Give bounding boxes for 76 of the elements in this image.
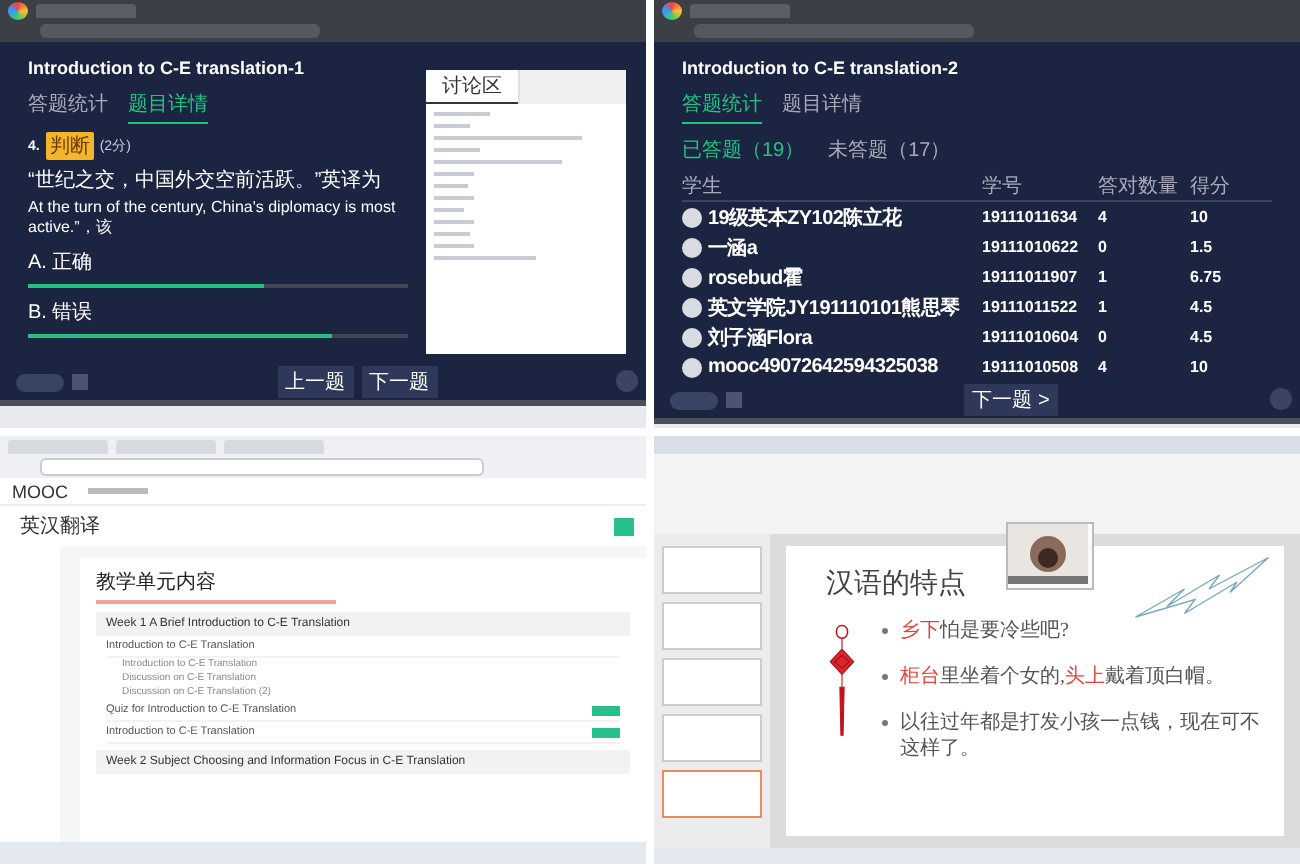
- menu-icon[interactable]: [726, 392, 742, 408]
- filter-tab[interactable]: 已答题（19）: [682, 136, 805, 164]
- publish-button[interactable]: [592, 727, 620, 737]
- next-button[interactable]: 下一题 >: [964, 384, 1058, 416]
- table-cell-text: 10: [1190, 208, 1210, 226]
- table-cell-text: 4.5: [1190, 298, 1215, 316]
- table-cell: mooc49072642594325038: [708, 356, 938, 378]
- menu-icon[interactable]: [72, 374, 88, 390]
- bullet-text: 以往过年都是打发小孩一点钱，现在可不这样了。: [900, 710, 1260, 762]
- table-cell-text: 19级英本ZY102陈立花: [708, 204, 902, 231]
- bullet-icon: [882, 720, 888, 726]
- question-type-badge: 判断: [45, 132, 94, 160]
- table-cell-text: 4: [1098, 208, 1109, 226]
- table-cell-text: 19111011634: [982, 208, 1080, 226]
- table-cell-text: 19111010604: [982, 328, 1081, 346]
- table-cell-text: 10: [1190, 358, 1210, 376]
- quiz-title: Introduction to C-E translation-2: [682, 58, 960, 78]
- settings-button[interactable]: [16, 373, 64, 391]
- column-header: 学号: [982, 173, 1024, 199]
- bullet-text: 乡下怕是要冷些吧?: [900, 618, 1069, 644]
- site-logo[interactable]: MOOC: [12, 481, 68, 501]
- bullet-icon: [882, 674, 888, 680]
- table-cell-text: 一涵a: [708, 235, 758, 261]
- table-cell-text: 1.5: [1190, 238, 1215, 256]
- slide-thumbnail[interactable]: [662, 602, 762, 650]
- section-title: 教学单元内容: [96, 569, 218, 596]
- nav-button[interactable]: 上一题: [277, 366, 353, 398]
- slide-thumbnail[interactable]: [662, 658, 762, 706]
- question-text: “世纪之交，中国外交空前活跃。”英译为: [28, 167, 384, 194]
- table-cell-text: 19111011522: [982, 298, 1080, 316]
- bullet-text: 柜台里坐着个女的,头上戴着顶白帽。: [900, 664, 1225, 690]
- filter-tab[interactable]: 未答题（17）: [828, 136, 951, 164]
- table-cell-text: 19111010622: [982, 238, 1081, 256]
- slide-thumbnail[interactable]: [662, 546, 762, 594]
- slide-title: 汉语的特点: [826, 567, 968, 602]
- tab[interactable]: 题目详情: [128, 90, 208, 124]
- browser-logo-icon: [662, 1, 682, 19]
- address-bar[interactable]: [40, 458, 484, 476]
- option-label: B. 错误: [28, 300, 93, 326]
- option-label: A. 正确: [28, 250, 93, 276]
- table-cell-text: 6.75: [1190, 268, 1224, 286]
- column-header: 得分: [1190, 173, 1232, 199]
- table-cell-text: 1: [1098, 268, 1109, 286]
- slide-thumbnail[interactable]: [662, 714, 762, 762]
- course-title: 英汉翻译: [20, 513, 100, 540]
- table-cell-text: 0: [1098, 328, 1109, 346]
- floating-button[interactable]: [616, 370, 638, 392]
- settings-button[interactable]: [670, 391, 718, 409]
- browser-logo-icon: [8, 1, 28, 19]
- table-cell-text: rosebud霍: [708, 265, 803, 291]
- table-cell-text: 英文学院JY191110101熊思琴: [708, 295, 960, 321]
- table-cell-text: 1: [1098, 298, 1109, 316]
- table-cell-text: 19111011907: [982, 268, 1080, 286]
- column-header: 学生: [682, 173, 724, 199]
- nav-button[interactable]: 下一题: [361, 366, 437, 398]
- quiz-title: Introduction to C-E translation-1: [28, 58, 306, 78]
- bullet-icon: [882, 628, 888, 634]
- address-bar[interactable]: [40, 24, 320, 38]
- floating-button[interactable]: [1270, 388, 1292, 410]
- table-cell-text: 0: [1098, 238, 1109, 256]
- action-button[interactable]: [614, 517, 634, 535]
- tab[interactable]: 答题统计: [28, 90, 108, 124]
- table-cell-text: 19111010508: [982, 358, 1081, 376]
- table-cell-text: 刘子涵Flora: [708, 324, 813, 351]
- chat-tab[interactable]: [518, 70, 626, 104]
- chat-tab[interactable]: 讨论区: [426, 70, 518, 104]
- slide-thumbnail[interactable]: [662, 770, 762, 818]
- tab[interactable]: 答题统计: [682, 90, 762, 124]
- address-bar[interactable]: [694, 24, 974, 38]
- blurred-text: [88, 488, 148, 494]
- question-text: At the turn of the century, China's diplomacy is most active.”，该: [28, 198, 398, 238]
- column-header: 答对数量: [1098, 173, 1180, 199]
- table-cell-text: 4: [1098, 358, 1109, 376]
- publish-button[interactable]: [592, 705, 620, 715]
- table-cell-text: 4.5: [1190, 328, 1215, 346]
- tab[interactable]: 题目详情: [782, 90, 862, 124]
